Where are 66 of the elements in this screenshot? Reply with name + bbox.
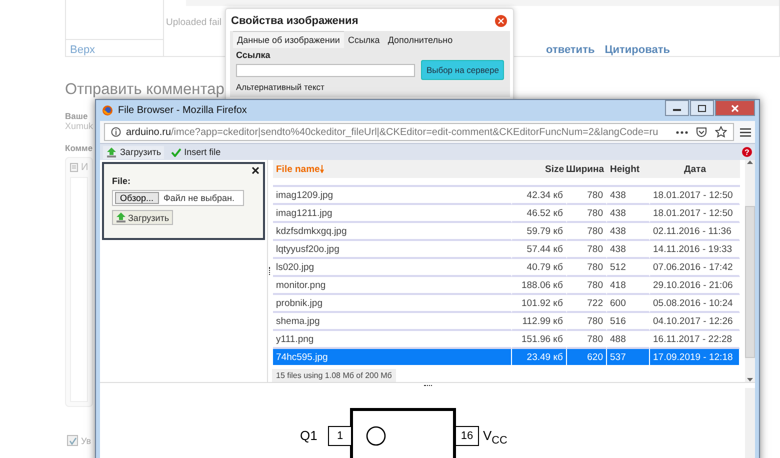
browser-logo-icon: [102, 105, 113, 116]
close-button[interactable]: [715, 100, 755, 116]
scroll-thumb[interactable]: [745, 206, 755, 358]
splitter-handle[interactable]: [269, 267, 271, 275]
check-icon: [68, 436, 76, 444]
url-input-field[interactable]: [236, 64, 416, 76]
window-title: File Browser - Mozilla Firefox: [118, 105, 247, 116]
column-header[interactable]: Height: [607, 160, 650, 178]
attachment-text: Uploaded fail: [166, 17, 222, 28]
section-heading: Отправить комментар: [65, 81, 224, 99]
status-text: 15 files using 1.08 Мб of 200 Мб: [272, 369, 396, 382]
toolbar-label: И: [81, 162, 88, 173]
action-link[interactable]: Цитировать: [604, 44, 670, 56]
address-bar[interactable]: arduino.ru/imce?app=ckeditor|sendto%40ckeditor_fileUrl|&CKEditor=edit-comment&CKEditorFuncNum=2&langCode=ru: [104, 123, 734, 141]
check-icon: [171, 148, 182, 156]
splitter-handle[interactable]: [424, 385, 432, 386]
toolbar-button[interactable]: Загрузить: [103, 146, 164, 158]
table-cell[interactable]: 17.09.2019 - 12:18: [650, 349, 740, 367]
scrollbar[interactable]: [745, 388, 755, 458]
more-icon[interactable]: [676, 130, 688, 134]
field-label: Ваше: [65, 111, 88, 121]
scrollbar[interactable]: [745, 160, 755, 382]
checkbox-label: Ув: [81, 436, 91, 446]
browse-server-button[interactable]: Выбор на сервере: [421, 60, 504, 80]
upload-icon: [106, 146, 117, 158]
info-icon: [111, 127, 121, 137]
field-label: Комме: [65, 143, 93, 153]
field-label: Альтернативный текст: [236, 82, 326, 92]
file-status-text: Файл не выбран.: [164, 193, 234, 203]
chip-diagram: Q1 1 16 V$_{CC}$: [300, 402, 540, 458]
minimize-button[interactable]: [665, 100, 689, 116]
pin-circle: [366, 426, 386, 446]
sort-arrow-icon: [320, 165, 324, 173]
upload-icon: [116, 212, 126, 223]
close-button[interactable]: [495, 15, 507, 27]
restore-icon: [698, 104, 706, 112]
scroll-down-icon: [747, 378, 753, 382]
upload-button[interactable]: Загрузить: [112, 210, 174, 225]
field-label: Ссылка: [236, 50, 272, 60]
action-link[interactable]: ответить: [546, 44, 595, 56]
star-icon[interactable]: [715, 126, 727, 138]
close-icon: [498, 18, 504, 24]
dialog-tab[interactable]: Данные об изображении: [233, 31, 344, 48]
close-icon[interactable]: [252, 167, 259, 174]
document-icon: [70, 163, 78, 172]
maximize-button[interactable]: [690, 100, 714, 116]
notify-checkbox[interactable]: [67, 435, 78, 446]
table-cell[interactable]: 74hc595.jpg: [273, 349, 512, 367]
field-label: File:: [112, 176, 132, 186]
url-host: arduino.ru: [126, 126, 172, 138]
column-header[interactable]: Дата: [650, 160, 740, 178]
field-value: Xumuk: [65, 121, 94, 131]
file-input-field[interactable]: Обзор... Файл не выбран.: [112, 190, 244, 206]
dialog-title: Свойства изображения: [231, 15, 358, 27]
toolbar-button[interactable]: Insert file: [168, 146, 224, 158]
pocket-icon[interactable]: [696, 126, 707, 138]
browse-button[interactable]: Обзор...: [115, 192, 158, 204]
table-cell[interactable]: 23.49 кб: [512, 349, 567, 367]
help-button[interactable]: ?: [742, 147, 752, 157]
url-path: /imce?app=ckeditor|sendto%40ckeditor_fileUrl|&CKEditor=edit-comment&CKEditorFuncNum=2&langCode=ru: [171, 126, 658, 138]
column-header[interactable]: Size: [512, 160, 567, 178]
menu-icon[interactable]: [740, 128, 751, 136]
table-cell[interactable]: 620: [567, 349, 607, 367]
column-header[interactable]: Ширина: [567, 160, 607, 178]
close-icon: [731, 104, 739, 112]
table-cell[interactable]: 537: [607, 349, 650, 367]
